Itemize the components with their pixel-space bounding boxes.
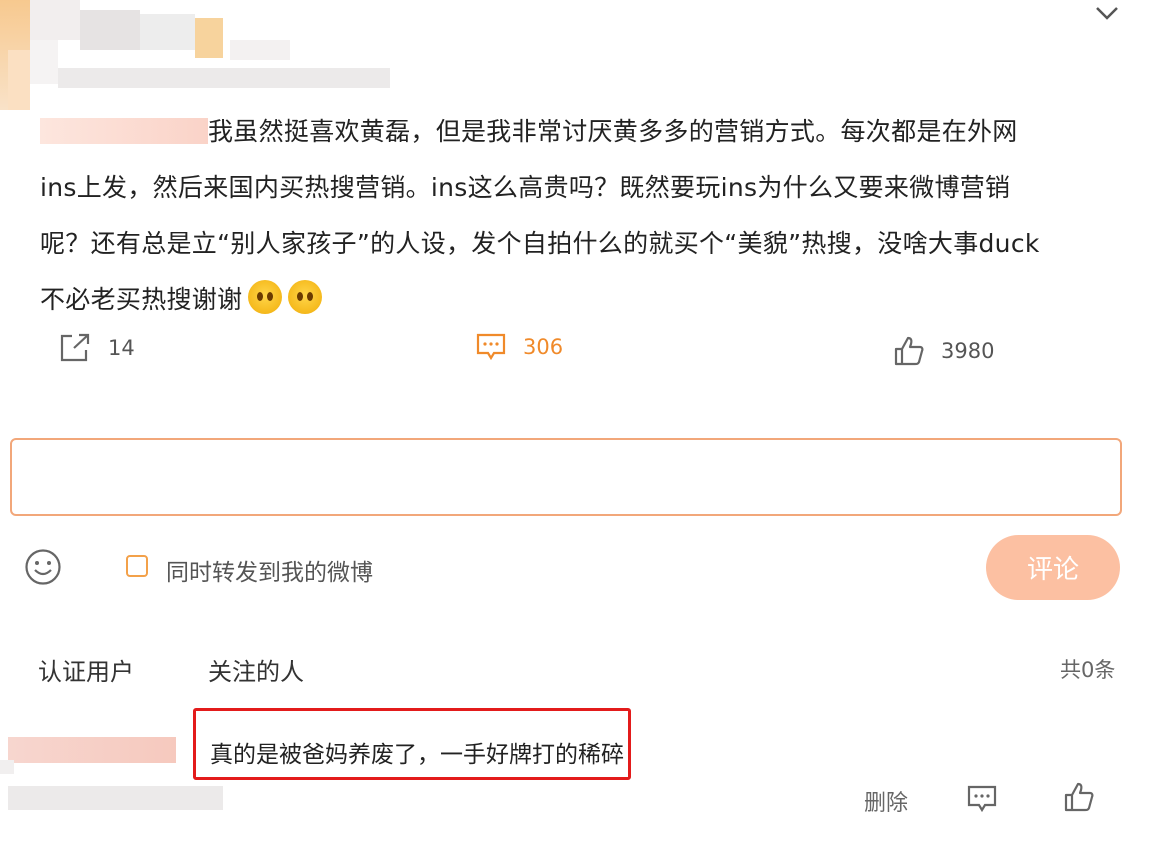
comment-total-count: 共0条 xyxy=(1060,658,1116,682)
share-icon xyxy=(60,333,90,362)
post-line-3: 呢？还有总是立“别人家孩子”的人设，发个自拍什么的就买个“美貌”热搜，没啥大事d… xyxy=(40,229,1040,258)
blurred-reply-meta xyxy=(8,786,223,810)
blurred-username xyxy=(58,68,390,88)
comment-button[interactable]: 306 xyxy=(475,332,563,362)
post-line-1: 我虽然挺喜欢黄磊，但是我非常讨厌黄多多的营销方式。每次都是在外网 xyxy=(40,104,1130,160)
reply-comment-icon[interactable] xyxy=(966,784,998,814)
blurred-username-extra xyxy=(230,40,290,60)
blurred-reply-username xyxy=(8,737,176,763)
like-count: 3980 xyxy=(941,339,995,363)
post-content: 我虽然挺喜欢黄磊，但是我非常讨厌黄多多的营销方式。每次都是在外网 ins上发，然… xyxy=(40,104,1130,328)
share-button[interactable]: 14 xyxy=(58,332,135,364)
comment-icon xyxy=(476,333,506,361)
crying-emoji-icon xyxy=(288,280,323,314)
blurred-reply-avatar xyxy=(0,760,14,774)
crying-emoji-icon xyxy=(248,280,283,314)
post-line-2: ins上发，然后来国内买热搜营销。ins这么高贵吗？既然要玩ins为什么又要来微… xyxy=(40,173,1011,202)
smiley-icon[interactable] xyxy=(24,548,62,586)
comment-input[interactable] xyxy=(10,438,1122,516)
reply-thumbs-up-icon[interactable] xyxy=(1063,781,1095,813)
thumbs-up-icon xyxy=(894,336,924,366)
blurred-avatar xyxy=(0,0,225,112)
highlight-annotation xyxy=(193,708,631,780)
tab-verified-users[interactable]: 认证用户 xyxy=(38,652,134,687)
repost-checkbox[interactable] xyxy=(126,555,148,577)
share-count: 14 xyxy=(108,336,135,360)
chevron-down-icon[interactable] xyxy=(1094,2,1120,24)
delete-reply-link[interactable]: 删除 xyxy=(864,785,908,817)
like-button[interactable]: 3980 xyxy=(893,335,994,367)
tab-following[interactable]: 关注的人 xyxy=(208,652,304,687)
submit-comment-button[interactable]: 评论 xyxy=(986,535,1120,600)
redacted-mention xyxy=(40,118,208,144)
post-line-4: 不必老买热搜谢谢 xyxy=(40,272,1130,328)
comment-count: 306 xyxy=(523,335,564,359)
repost-label: 同时转发到我的微博 xyxy=(166,560,373,586)
